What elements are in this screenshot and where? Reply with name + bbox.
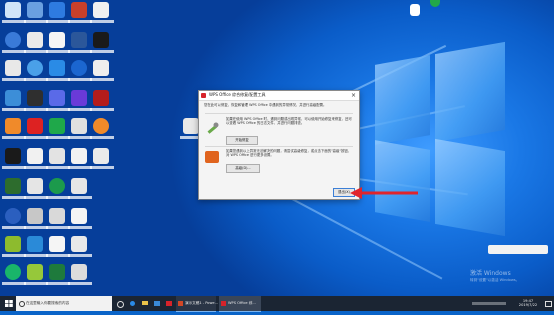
- clock-date: 2019/7/22: [518, 303, 538, 307]
- desktop-icon[interactable]: [2, 264, 26, 292]
- desktop-icon[interactable]: [90, 148, 114, 176]
- task-wps-tool[interactable]: WPS Office 综...: [219, 296, 261, 312]
- tray-icons: [472, 302, 506, 305]
- desktop-icon[interactable]: [68, 264, 92, 292]
- desktop-icon[interactable]: [24, 236, 48, 264]
- desktop-icon[interactable]: [24, 32, 48, 60]
- wps-taskbar-icon[interactable]: [165, 296, 173, 311]
- desktop-icon[interactable]: [24, 178, 48, 206]
- edge-icon[interactable]: [129, 296, 137, 311]
- desktop-icon[interactable]: [46, 60, 70, 88]
- clock[interactable]: 19:47 2019/7/22: [514, 296, 542, 311]
- desktop-icon[interactable]: [24, 148, 48, 176]
- desktop-icon[interactable]: [46, 208, 70, 236]
- desktop-icon[interactable]: [46, 90, 70, 118]
- desktop-icon[interactable]: [46, 118, 70, 146]
- watermark-line1: 激活 Windows: [470, 270, 511, 277]
- search-icon: [19, 301, 25, 307]
- desktop-icon[interactable]: [68, 32, 92, 60]
- notification-badge[interactable]: [430, 0, 440, 7]
- desktop-icon[interactable]: [68, 118, 92, 146]
- task-ppt[interactable]: 演示文稿1 - Powe...: [176, 296, 219, 312]
- store-icon[interactable]: [153, 296, 161, 311]
- taskview-icon[interactable]: [116, 296, 124, 311]
- desktop-icon[interactable]: [68, 178, 92, 206]
- desktop-icon[interactable]: [2, 2, 26, 30]
- search-input: 在这里输入你要搜索的内容: [26, 301, 70, 305]
- desktop-icon[interactable]: [24, 2, 48, 30]
- wps-repair-dialog: WPS Office 综合修复/配置工具 × 您在此可以修复、恢复和管理 WPS…: [198, 90, 360, 200]
- system-tray[interactable]: [470, 296, 510, 311]
- desktop-icon[interactable]: [408, 4, 432, 32]
- desktop-icon[interactable]: [46, 2, 70, 30]
- desktop-icon[interactable]: [90, 32, 114, 60]
- watermark-line2: 转到"设置"以激活 Windows。: [470, 278, 520, 282]
- desktop-icon[interactable]: [46, 32, 70, 60]
- desktop-icon[interactable]: [46, 148, 70, 176]
- desktop-icon[interactable]: [46, 264, 70, 292]
- ppt-icon: [178, 301, 183, 306]
- toolbox-icon: [205, 151, 219, 163]
- desktop-icon[interactable]: [68, 2, 92, 30]
- desktop-icon[interactable]: [68, 90, 92, 118]
- desktop-icon[interactable]: [90, 90, 114, 118]
- desktop-icon[interactable]: [46, 236, 70, 264]
- activation-watermark: 激活 Windows 转到"设置"以激活 Windows。: [470, 268, 519, 283]
- desktop-icon[interactable]: [24, 264, 48, 292]
- desktop-icon[interactable]: [24, 118, 48, 146]
- windows-logo-pane: [435, 41, 505, 143]
- dialog-title: WPS Office 综合修复/配置工具: [209, 92, 266, 97]
- start-windows-icon[interactable]: [3, 296, 15, 311]
- taskbar: 在这里输入你要搜索的内容 演示文稿1 - Powe... WPS Office …: [0, 296, 554, 312]
- advanced-description: 如果您遇到以上异常无法解决的问题，请尝试高级修复，或点击下面的"高级"按钮，对 …: [226, 149, 352, 158]
- notification-icon[interactable]: [544, 296, 552, 311]
- repair-description: 如果在使用 WPS Office 时，遇到问题或出现异常，可以使用开始修复来修复…: [226, 117, 352, 126]
- desktop-icon[interactable]: [2, 118, 26, 146]
- wrench-icon: [205, 121, 219, 135]
- search-box[interactable]: 在这里输入你要搜索的内容: [16, 296, 112, 311]
- dialog-titlebar[interactable]: WPS Office 综合修复/配置工具 ×: [199, 91, 359, 101]
- desktop-icon[interactable]: [2, 60, 26, 88]
- explorer-icon[interactable]: [141, 296, 149, 311]
- divider: [205, 113, 353, 114]
- desktop-icon[interactable]: [2, 90, 26, 118]
- desktop-icon[interactable]: [90, 2, 114, 30]
- desktop: WPS Office 综合修复/配置工具 × 您在此可以修复、恢复和管理 WPS…: [0, 0, 554, 296]
- desktop-icon[interactable]: [68, 60, 92, 88]
- desktop-icon[interactable]: [90, 118, 114, 146]
- desktop-icon[interactable]: [24, 208, 48, 236]
- desktop-icon[interactable]: [2, 32, 26, 60]
- desktop-icon[interactable]: [68, 236, 92, 264]
- desktop-icon[interactable]: [46, 178, 70, 206]
- windows-logo-pane: [375, 140, 430, 222]
- start-repair-button[interactable]: 开始修复: [226, 136, 258, 145]
- divider: [205, 146, 353, 147]
- task-wps-label: WPS Office 综...: [228, 301, 256, 305]
- dialog-intro: 您在此可以修复、恢复和管理 WPS Office 中遇到的异常情况，并进行高级配…: [204, 103, 327, 107]
- ime-toolbar[interactable]: [488, 245, 548, 254]
- desktop-icon[interactable]: [68, 208, 92, 236]
- desktop-icon[interactable]: [2, 148, 26, 176]
- desktop-icon[interactable]: [24, 60, 48, 88]
- windows-logo-pane: [435, 138, 505, 237]
- wps-icon: [201, 93, 206, 98]
- close-icon[interactable]: ×: [349, 91, 358, 100]
- task-ppt-label: 演示文稿1 - Powe...: [185, 301, 219, 305]
- desktop-icon[interactable]: [2, 236, 26, 264]
- advanced-button[interactable]: 高级(D)...: [226, 164, 260, 173]
- desktop-icon[interactable]: [24, 90, 48, 118]
- pointer-arrow-annotation: [350, 187, 418, 199]
- desktop-icon[interactable]: [90, 60, 114, 88]
- desktop-icon[interactable]: [68, 148, 92, 176]
- wps-icon: [221, 301, 226, 306]
- windows-logo-pane: [375, 55, 430, 145]
- desktop-icon[interactable]: [2, 208, 26, 236]
- desktop-icon[interactable]: [2, 178, 26, 206]
